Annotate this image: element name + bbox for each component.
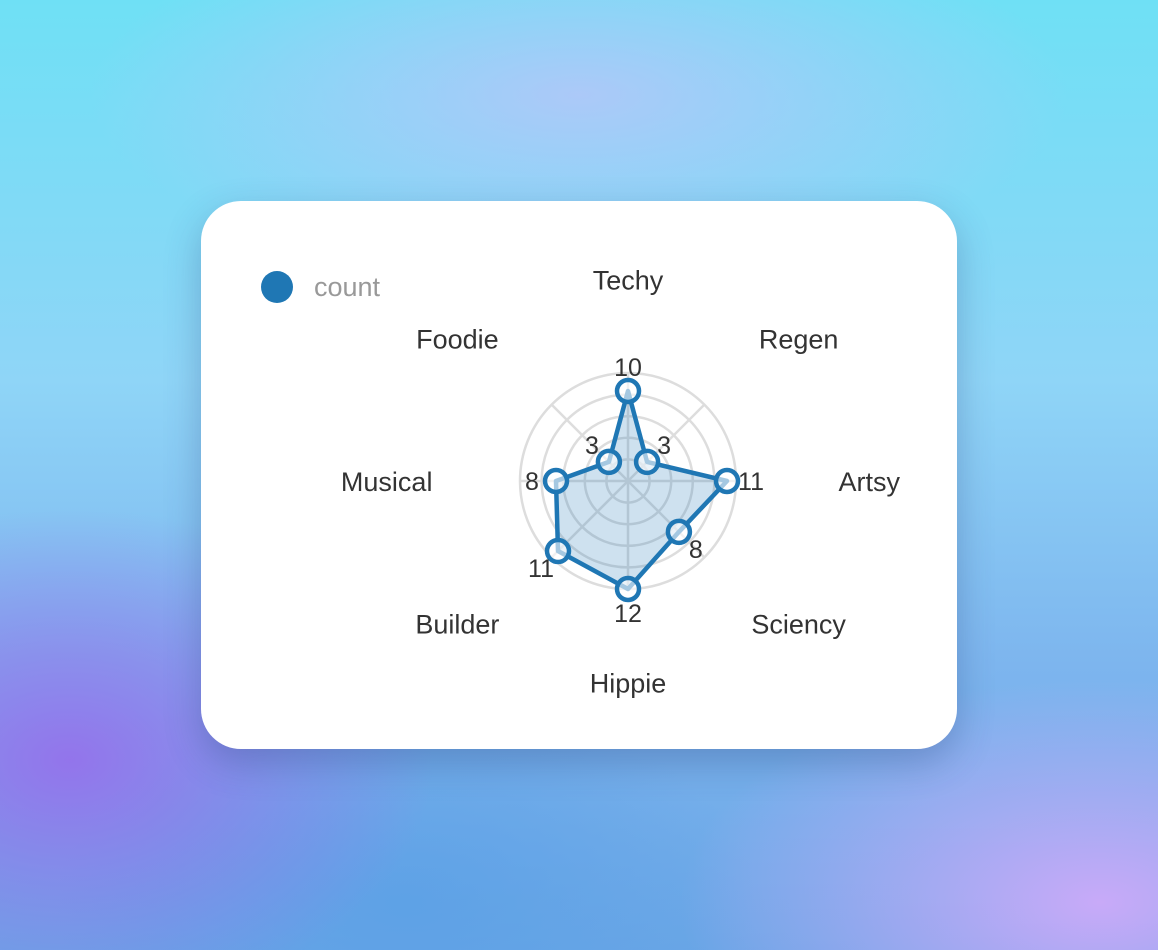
data-point-sciency — [665, 518, 693, 546]
axis-label-foodie: Foodie — [416, 325, 499, 355]
value-label-foodie: 3 — [585, 432, 599, 460]
axis-label-techy: Techy — [593, 266, 664, 296]
value-label-hippie: 12 — [614, 600, 642, 628]
data-point-techy — [614, 377, 642, 405]
axis-label-sciency: Sciency — [751, 609, 846, 639]
data-point-artsy — [713, 467, 741, 495]
data-point-foodie — [595, 448, 623, 476]
value-label-artsy: 11 — [738, 468, 764, 496]
value-label-musical: 8 — [525, 468, 539, 496]
axis-label-builder: Builder — [415, 609, 499, 639]
value-label-sciency: 8 — [689, 536, 703, 564]
axis-label-musical: Musical — [341, 467, 433, 497]
value-label-techy: 10 — [614, 354, 642, 382]
data-point-musical — [542, 467, 570, 495]
value-label-builder: 11 — [528, 555, 554, 583]
axis-label-regen: Regen — [759, 325, 839, 355]
radar-chart: 10 3 11 8 12 11 8 3 Techy Regen Artsy Sciency Hippie… — [341, 266, 901, 699]
value-label-regen: 3 — [657, 432, 671, 460]
data-point-hippie — [614, 575, 642, 603]
data-point-regen — [633, 448, 661, 476]
axis-label-artsy: Artsy — [839, 467, 901, 497]
axis-label-hippie: Hippie — [590, 668, 667, 698]
chart-card: count 10 3 11 8 12 11 8 3 Techy Regen Artsy Sciency… — [201, 201, 957, 749]
